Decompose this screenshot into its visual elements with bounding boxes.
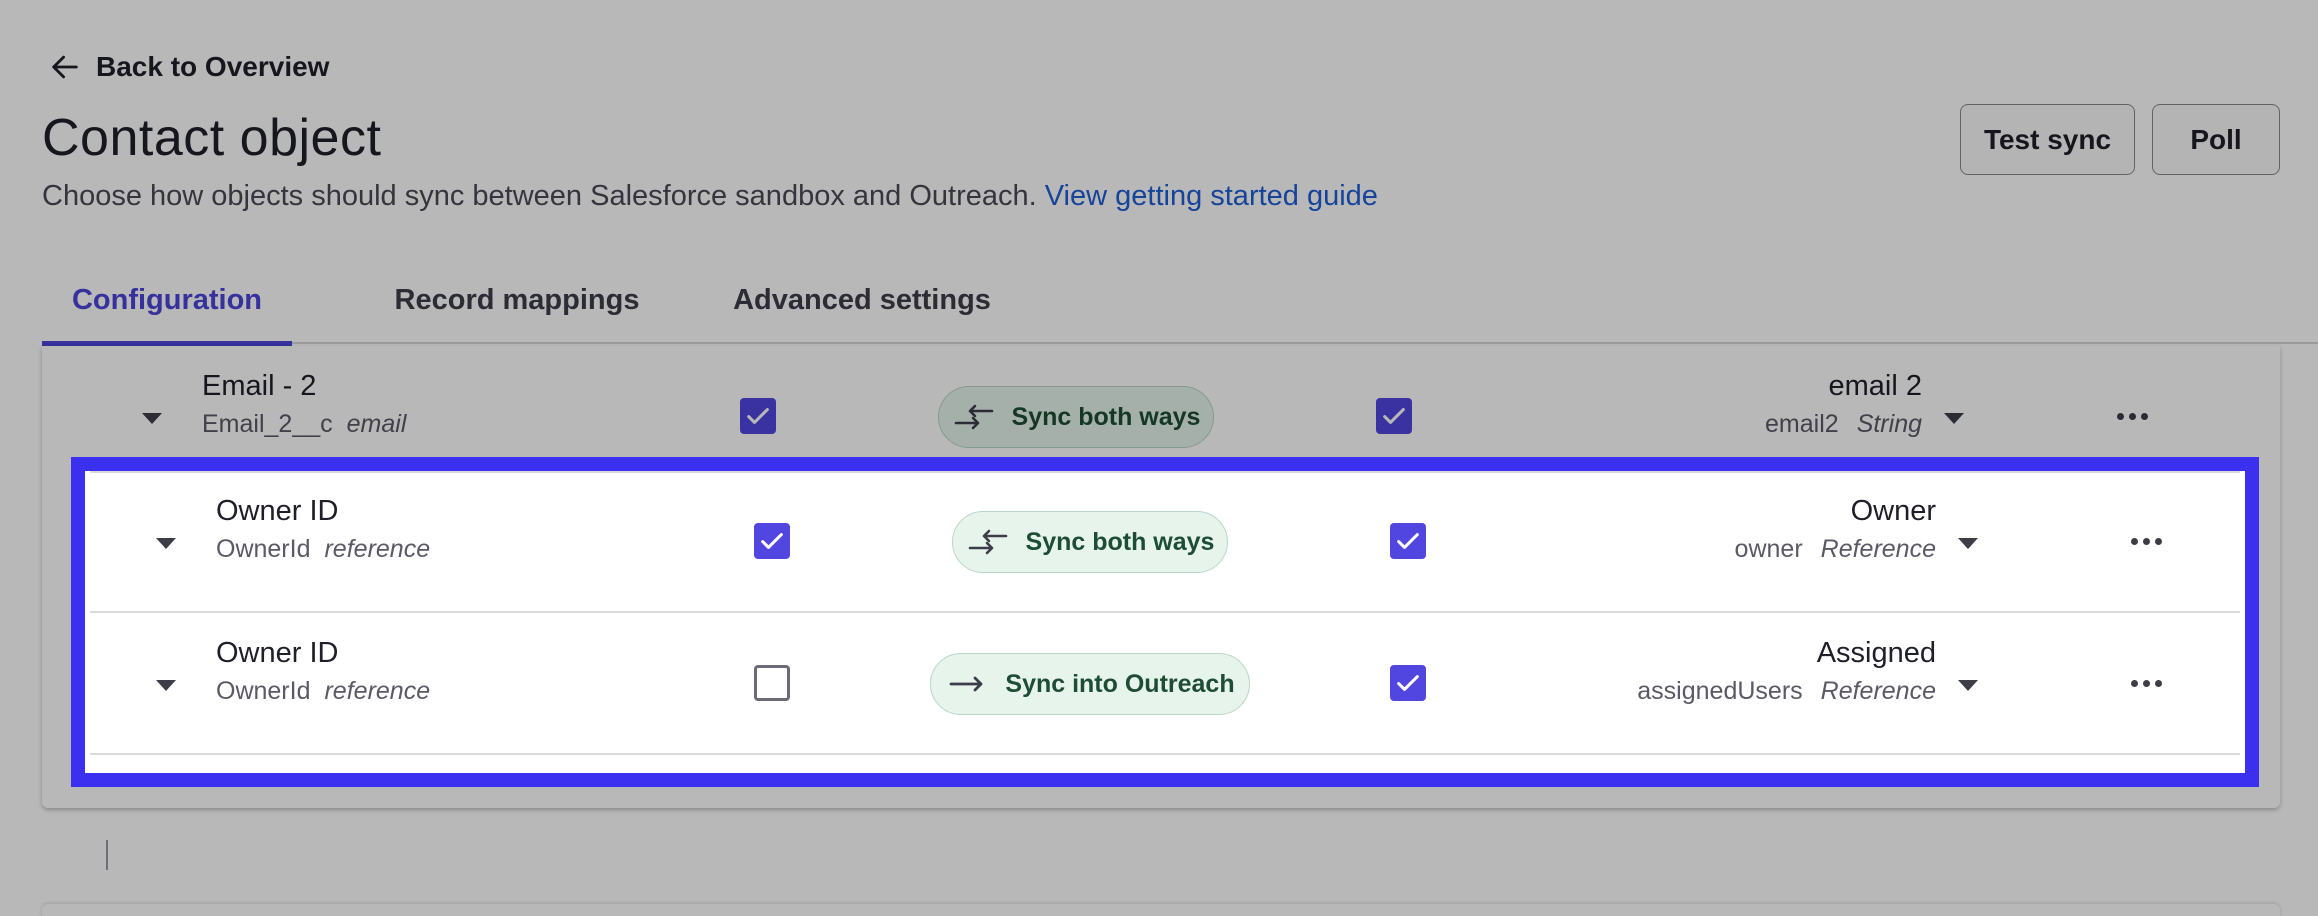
target-api-name: assignedUsers bbox=[1637, 677, 1803, 705]
mapping-row: Owner ID OwnerId reference Sync into Outr… bbox=[56, 613, 2294, 755]
tab-advanced-settings[interactable]: Advanced settings bbox=[652, 256, 1072, 344]
sync-direction-pill[interactable]: Sync both ways bbox=[952, 511, 1228, 573]
target-sync-checkbox[interactable] bbox=[1390, 665, 1426, 701]
page: Back to Overview Contact object Choose h… bbox=[0, 0, 2318, 916]
source-api-name: OwnerId bbox=[216, 535, 311, 563]
more-options-icon[interactable] bbox=[2126, 665, 2166, 701]
next-card bbox=[42, 904, 2280, 916]
back-to-overview-link[interactable]: Back to Overview bbox=[48, 50, 329, 84]
source-field-type: reference bbox=[324, 677, 431, 705]
checkmark-icon bbox=[1397, 533, 1419, 549]
expand-row-caret-icon[interactable] bbox=[148, 665, 184, 701]
target-field-dropdown-caret-icon[interactable] bbox=[1950, 665, 1986, 701]
page-title: Contact object bbox=[42, 109, 382, 167]
right-arrow-icon bbox=[949, 676, 983, 692]
target-sync-checkbox[interactable] bbox=[1376, 398, 1412, 434]
expand-row-caret-icon[interactable] bbox=[134, 398, 170, 434]
sync-direction-label: Sync both ways bbox=[1025, 527, 1215, 556]
checkmark-icon bbox=[1383, 408, 1405, 424]
bidirectional-arrows-icon bbox=[968, 529, 1007, 555]
tab-configuration[interactable]: Configuration bbox=[42, 256, 292, 346]
source-field-meta: OwnerId reference bbox=[216, 535, 430, 564]
source-field-type: email bbox=[346, 410, 407, 438]
poll-button[interactable]: Poll bbox=[2152, 104, 2280, 175]
source-field-type: reference bbox=[324, 535, 431, 563]
divider-line bbox=[106, 840, 108, 870]
checkmark-icon bbox=[747, 408, 769, 424]
tab-bar: Configuration Record mappings Advanced s… bbox=[42, 256, 2318, 346]
tab-record-mappings[interactable]: Record mappings bbox=[332, 256, 702, 344]
source-field-name: Owner ID bbox=[216, 495, 339, 527]
source-field-meta: OwnerId reference bbox=[216, 677, 430, 706]
target-field-name: email 2 bbox=[1828, 370, 1923, 402]
source-sync-checkbox[interactable] bbox=[754, 665, 790, 701]
bidirectional-arrows-icon bbox=[954, 404, 993, 430]
target-field-dropdown-caret-icon[interactable] bbox=[1950, 523, 1986, 559]
target-field-meta: email2 String bbox=[1765, 410, 1922, 439]
back-link-label: Back to Overview bbox=[96, 51, 330, 82]
source-sync-checkbox[interactable] bbox=[740, 398, 776, 434]
source-field-meta: Email_2__c email bbox=[202, 410, 406, 439]
subtitle-text: Choose how objects should sync between S… bbox=[42, 180, 1037, 212]
mapping-row: Owner ID OwnerId reference Sync both ways… bbox=[56, 471, 2294, 613]
checkmark-icon bbox=[1397, 675, 1419, 691]
source-field-name: Email - 2 bbox=[202, 370, 317, 402]
row-divider bbox=[90, 753, 2240, 755]
sync-direction-label: Sync into Outreach bbox=[1005, 669, 1235, 698]
expand-row-caret-icon[interactable] bbox=[148, 523, 184, 559]
source-field-name: Owner ID bbox=[216, 637, 339, 669]
target-field-type: Reference bbox=[1820, 677, 1936, 705]
target-field-meta: owner Reference bbox=[1735, 535, 1936, 564]
test-sync-button[interactable]: Test sync bbox=[1960, 104, 2135, 175]
checkmark-icon bbox=[761, 533, 783, 549]
target-field-name: Owner bbox=[1850, 495, 1936, 527]
target-field-dropdown-caret-icon[interactable] bbox=[1936, 398, 1972, 434]
page-subtitle: Choose how objects should sync between S… bbox=[42, 180, 1378, 213]
target-field-name: Assigned bbox=[1816, 637, 1936, 669]
more-options-icon[interactable] bbox=[2112, 398, 2152, 434]
target-sync-checkbox[interactable] bbox=[1390, 523, 1426, 559]
more-options-icon[interactable] bbox=[2126, 523, 2166, 559]
target-field-type: Reference bbox=[1820, 535, 1936, 563]
source-api-name: OwnerId bbox=[216, 677, 311, 705]
target-field-type: String bbox=[1856, 410, 1922, 438]
source-sync-checkbox[interactable] bbox=[754, 523, 790, 559]
sync-direction-label: Sync both ways bbox=[1011, 402, 1201, 431]
arrow-left-icon bbox=[52, 55, 78, 79]
sync-direction-pill[interactable]: Sync into Outreach bbox=[930, 653, 1250, 715]
target-api-name: email2 bbox=[1765, 410, 1839, 438]
highlight-box: Owner ID OwnerId reference Sync both ways… bbox=[71, 457, 2259, 787]
target-field-meta: assignedUsers Reference bbox=[1637, 677, 1936, 706]
sync-direction-pill[interactable]: Sync both ways bbox=[938, 386, 1214, 448]
target-api-name: owner bbox=[1734, 535, 1803, 563]
getting-started-guide-link[interactable]: View getting started guide bbox=[1045, 180, 1378, 212]
row-divider bbox=[90, 471, 2240, 473]
source-api-name: Email_2__c bbox=[202, 410, 333, 438]
